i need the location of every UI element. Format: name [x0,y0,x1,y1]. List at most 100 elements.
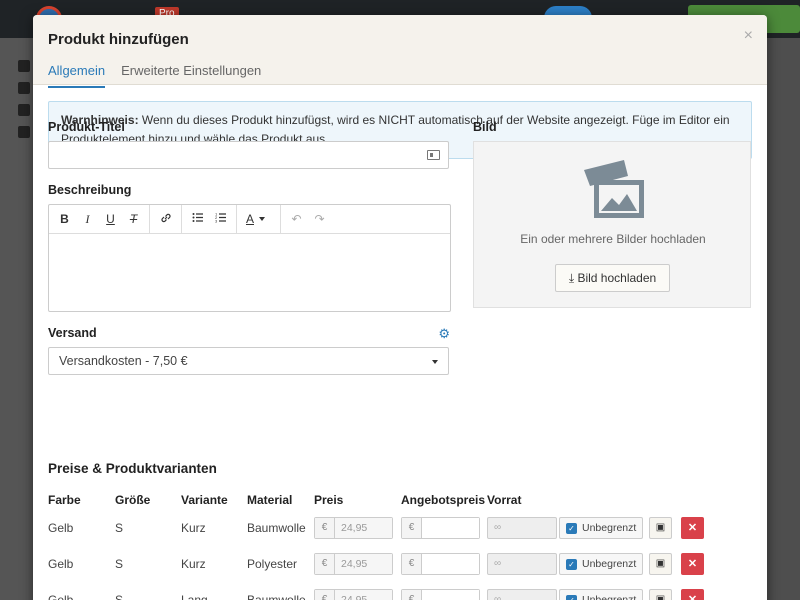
cell-variant: Kurz [181,557,206,571]
user-icon[interactable] [18,82,30,94]
currency-label: € [315,554,335,574]
bold-button[interactable]: B [53,212,76,226]
pages-icon[interactable] [18,60,30,72]
undo-icon[interactable]: ↶ [285,212,308,226]
cell-variant: Lang [181,593,208,600]
sale-price-input[interactable]: € [401,517,480,539]
shipping-select[interactable]: Versandkosten - 7,50 € [48,347,449,375]
price-value: 24,95 [335,518,392,538]
chevron-down-icon [432,360,438,364]
stock-input[interactable]: ∞ [487,589,557,600]
cell-material: Baumwolle [247,593,306,600]
col-stock: Vorrat [487,493,522,507]
upload-image-button[interactable]: ⤓ Bild hochladen [555,264,670,292]
description-editor[interactable]: B I U T 123 A ↶ ↷ [48,204,451,312]
image-label: Bild [473,120,497,134]
variant-image-button[interactable]: ▣ [649,589,672,600]
currency-label: € [315,590,335,600]
add-product-modal: Produkt hinzufügen × Allgemein Erweitert… [33,15,767,600]
col-material: Material [247,493,293,507]
shipping-value: Versandkosten - 7,50 € [59,354,188,368]
gear-icon[interactable]: ⚙ [438,326,450,342]
cell-size: S [115,521,124,535]
delete-variant-button[interactable]: ✕ [681,589,704,600]
price-input[interactable]: €24,95 [314,553,393,575]
check-icon: ✓ [566,558,577,570]
italic-button[interactable]: I [76,212,99,227]
variants-header-row: Farbe Größe Variante Material Preis Ange… [48,490,711,510]
currency-label: € [315,518,335,538]
currency-label: € [402,554,422,574]
image-icon: ▣ [655,522,666,533]
unlimited-label: Unbegrenzt [582,558,637,570]
product-title-input[interactable] [48,141,449,169]
variants-table: Farbe Größe Variante Material Preis Ange… [48,490,711,600]
cart-icon[interactable] [18,104,30,116]
cell-size: S [115,557,124,571]
stock-input[interactable]: ∞ [487,553,557,575]
product-title-label: Produkt-Titel [48,120,125,134]
modal-title: Produkt hinzufügen [48,31,189,48]
cell-material: Baumwolle [247,521,306,535]
shipping-label: Versand [48,326,97,340]
col-price: Preis [314,493,344,507]
table-row: Gelb S Lang Baumwolle €24,95 € ∞ ✓ Unbegr… [48,582,711,600]
sale-price-input[interactable]: € [401,589,480,600]
variants-section-title: Preise & Produktvarianten [48,461,217,476]
close-icon[interactable]: × [744,27,753,45]
unlimited-checkbox[interactable]: ✓ Unbegrenzt [559,553,644,575]
editor-toolbar: B I U T 123 A ↶ ↷ [49,204,450,234]
variant-image-button[interactable]: ▣ [649,517,672,539]
col-sale-price: Angebotspreis [401,493,486,507]
currency-label: € [402,518,422,538]
bullet-list-icon[interactable] [186,212,209,226]
stock-input[interactable]: ∞ [487,517,557,539]
price-value: 24,95 [335,554,392,574]
close-icon: ✕ [687,522,698,534]
svg-text:3: 3 [215,219,218,224]
price-input[interactable]: €24,95 [314,517,393,539]
currency-label: € [402,590,422,600]
col-color: Farbe [48,493,81,507]
numbered-list-icon[interactable]: 123 [209,212,232,226]
price-value: 24,95 [335,590,392,600]
close-icon: ✕ [687,558,698,570]
table-row: Gelb S Kurz Baumwolle €24,95 € ∞ ✓ Unbegr… [48,510,711,546]
text-color-button[interactable]: A [241,212,259,226]
delete-variant-button[interactable]: ✕ [681,553,704,575]
cell-color: Gelb [48,521,74,535]
description-label: Beschreibung [48,183,132,197]
redo-icon[interactable]: ↷ [308,212,331,226]
variant-image-button[interactable]: ▣ [649,553,672,575]
cell-color: Gelb [48,593,74,600]
cell-variant: Kurz [181,521,206,535]
close-icon: ✕ [687,594,698,600]
unlimited-checkbox[interactable]: ✓ Unbegrenzt [559,517,644,539]
cell-material: Polyester [247,557,298,571]
upload-hint: Ein oder mehrere Bilder hochladen [520,232,706,246]
image-upload-area[interactable]: Ein oder mehrere Bilder hochladen ⤓ Bild… [473,141,751,308]
unlimited-label: Unbegrenzt [582,594,637,600]
sale-price-input[interactable]: € [401,553,480,575]
delete-variant-button[interactable]: ✕ [681,517,704,539]
table-row: Gelb S Kurz Polyester €24,95 € ∞ ✓ Unbegr… [48,546,711,582]
price-input[interactable]: €24,95 [314,589,393,600]
chevron-down-icon[interactable] [259,217,265,221]
app-sidebar [0,38,36,600]
image-icon: ▣ [655,594,666,600]
image-icon: ▣ [655,558,666,569]
unlimited-checkbox[interactable]: ✓ Unbegrenzt [559,589,644,600]
link-icon[interactable] [154,212,177,227]
clear-format-button[interactable]: T [122,212,145,226]
underline-button[interactable]: U [99,212,122,226]
upload-button-label: Bild hochladen [577,271,657,285]
col-variant: Variante [181,493,228,507]
cell-size: S [115,593,124,600]
settings-icon[interactable] [18,126,30,138]
cell-color: Gelb [48,557,74,571]
images-icon [584,160,644,218]
check-icon: ✓ [566,522,577,534]
card-icon [427,150,440,160]
col-size: Größe [115,493,151,507]
modal-header: Produkt hinzufügen × Allgemein Erweitert… [33,15,767,88]
